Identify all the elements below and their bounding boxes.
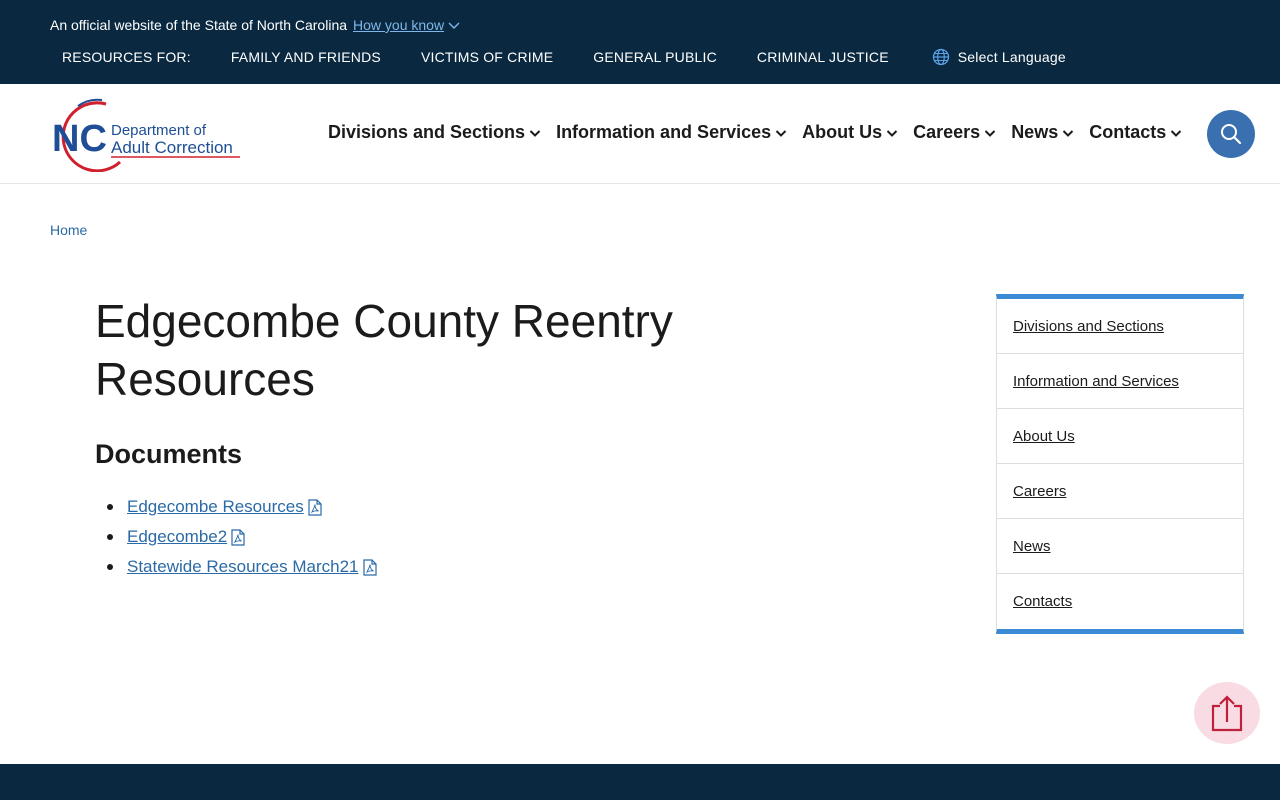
site-header: NC Department of Adult Correction Divisi… [0,84,1280,184]
logo-initials: NC [52,118,107,160]
nav-label: Information and Services [556,122,772,142]
nc-dac-logo[interactable]: NC Department of Adult Correction [50,96,245,173]
main-nav: Divisions and Sections Information and S… [328,122,1197,143]
nav-label: Divisions and Sections [328,122,526,142]
sidebar-item-divisions-and-sections[interactable]: Divisions and Sections [997,299,1243,354]
resource-link-family-and-friends[interactable]: FAMILY AND FRIENDS [231,49,381,65]
official-site-notice: An official website of the State of Nort… [50,17,460,33]
nav-label: About Us [802,122,883,142]
list-bullet [107,534,113,540]
pdf-file-icon [231,528,245,546]
select-language-button[interactable]: Select Language [932,48,1066,66]
pdf-file-icon [308,498,322,516]
search-button[interactable] [1207,110,1255,158]
nav-news[interactable]: News [1011,122,1074,143]
sidebar-item-about-us[interactable]: About Us [997,409,1243,464]
nav-label: Contacts [1089,122,1167,142]
nav-label: News [1011,122,1059,142]
back-to-top-button[interactable] [1194,682,1260,744]
site-footer [0,764,1280,800]
chevron-down-icon [448,22,460,29]
sidebar-item-contacts[interactable]: Contacts [997,574,1243,629]
globe-icon [932,48,949,66]
nav-careers[interactable]: Careers [913,122,996,143]
documents-heading: Documents [95,439,243,469]
document-link-edgecombe-resources[interactable]: Edgecombe Resources [127,497,304,517]
resource-link-criminal-justice[interactable]: CRIMINAL JUSTICE [757,49,889,65]
list-bullet [107,504,113,510]
select-language-label: Select Language [957,49,1066,65]
how-you-know-label: How you know [353,17,445,33]
arrow-up-icon [1211,695,1243,732]
chevron-down-icon [984,129,996,137]
resources-for-label: RESOURCES FOR: [62,49,191,65]
list-item: Edgecombe Resources [105,492,377,522]
breadcrumb: Home [50,222,87,238]
nav-contacts[interactable]: Contacts [1089,122,1182,143]
chevron-down-icon [886,129,898,137]
search-icon [1221,124,1242,145]
sidebar-item-news[interactable]: News [997,519,1243,574]
nav-information-and-services[interactable]: Information and Services [556,122,787,143]
breadcrumb-home-link[interactable]: Home [50,222,87,238]
sidebar-nav: Divisions and Sections Information and S… [996,294,1244,634]
nc-dac-logo-graphic: NC Department of Adult Correction [52,98,240,173]
list-item: Edgecombe2 [105,522,377,552]
how-you-know-link[interactable]: How you know [353,17,460,33]
page-title: Edgecombe County Reentry Resources [95,295,673,405]
nav-divisions-and-sections[interactable]: Divisions and Sections [328,122,541,143]
chevron-down-icon [1171,129,1182,137]
chevron-down-icon [1063,129,1074,137]
resource-link-general-public[interactable]: GENERAL PUBLIC [593,49,717,65]
sidebar-item-information-and-services[interactable]: Information and Services [997,354,1243,409]
resources-for-bar: RESOURCES FOR: FAMILY AND FRIENDS VICTIM… [62,48,1066,66]
chevron-down-icon [775,129,787,137]
top-banner: An official website of the State of Nort… [0,0,1280,84]
document-link-statewide-resources-march21[interactable]: Statewide Resources March21 [127,557,359,577]
list-bullet [107,564,113,570]
chevron-down-icon [529,129,541,137]
document-link-edgecombe2[interactable]: Edgecombe2 [127,527,227,547]
sidebar-item-careers[interactable]: Careers [997,464,1243,519]
nav-label: Careers [913,122,981,142]
resource-link-victims-of-crime[interactable]: VICTIMS OF CRIME [421,49,553,65]
list-item: Statewide Resources March21 [105,552,377,582]
nav-about-us[interactable]: About Us [802,122,898,143]
official-site-text: An official website of the State of Nort… [50,17,348,33]
pdf-file-icon [362,558,377,576]
logo-line1: Department of [111,122,207,139]
documents-list: Edgecombe Resources Edgecombe2 Statewide… [105,492,377,582]
logo-line2: Adult Correction [111,138,233,157]
